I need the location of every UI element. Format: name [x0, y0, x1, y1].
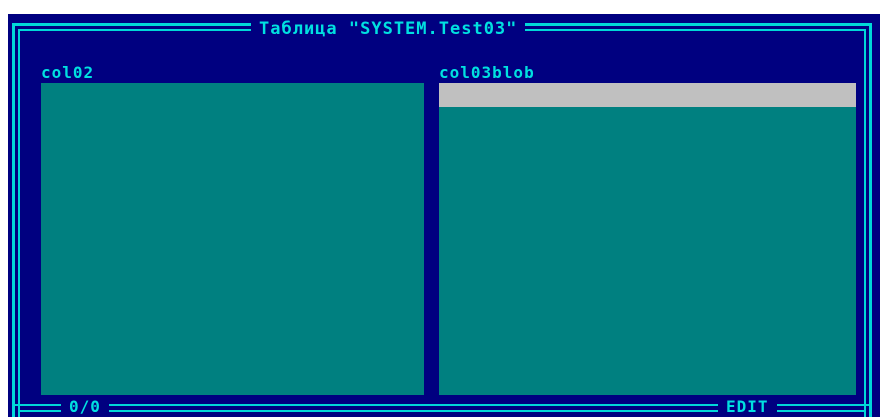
window-title: Таблица "SYSTEM.Test03" [251, 18, 526, 40]
frame-outer-right [869, 23, 872, 417]
column-panel-col03blob[interactable] [439, 83, 856, 395]
table-window: Таблица "SYSTEM.Test03" col02 col03blob … [8, 14, 880, 417]
selected-row[interactable] [439, 83, 856, 107]
column-panel-col02[interactable] [41, 83, 424, 395]
frame-inner-right [864, 29, 866, 417]
top-strip [0, 0, 880, 14]
record-counter: 0/0 [61, 397, 109, 417]
frame-outer-left [12, 23, 15, 417]
frame-inner-left [18, 29, 20, 417]
mode-indicator: EDIT [718, 397, 777, 417]
column-header-col02[interactable]: col02 [41, 63, 94, 83]
column-header-col03blob[interactable]: col03blob [439, 63, 535, 83]
